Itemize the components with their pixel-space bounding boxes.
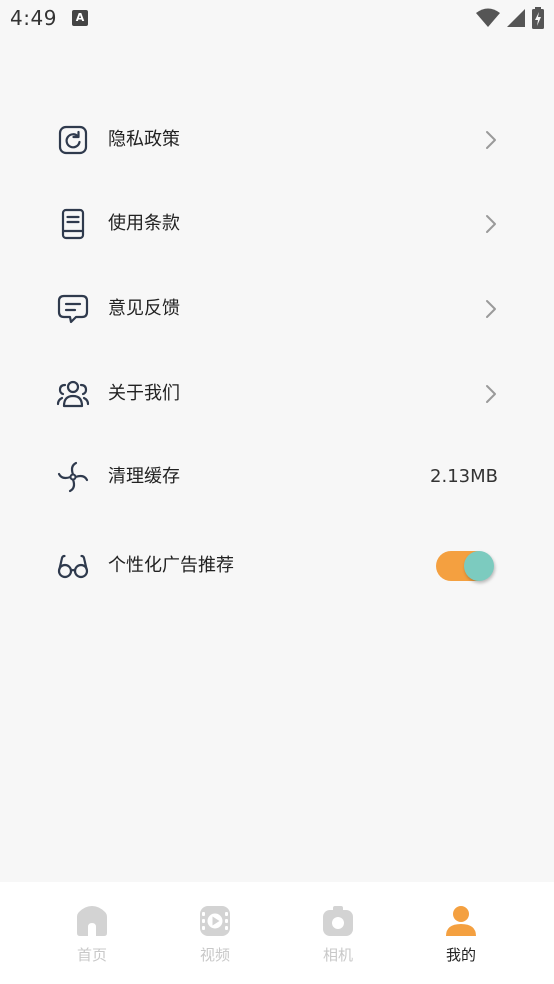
privacy-policy-label: 隐私政策	[108, 129, 180, 150]
chevron-right-icon	[486, 385, 496, 403]
profile-icon	[446, 906, 476, 936]
clear-cache-label: 清理缓存	[108, 466, 180, 487]
battery-icon	[532, 7, 544, 29]
about-us-row[interactable]: 关于我们	[0, 364, 554, 424]
document-icon	[61, 208, 85, 240]
terms-of-use-label: 使用条款	[108, 213, 180, 234]
clear-cache-row[interactable]: 清理缓存 2.13MB	[0, 447, 554, 507]
fan-icon	[57, 461, 89, 493]
home-icon	[77, 906, 107, 936]
status-bar: 4:49 A	[0, 0, 554, 38]
refresh-square-icon	[58, 125, 88, 155]
glasses-icon	[57, 554, 89, 579]
toggle-knob	[464, 551, 494, 581]
personalized-ads-row: 个性化广告推荐	[0, 536, 554, 596]
feedback-label: 意见反馈	[108, 298, 180, 319]
camera-icon	[323, 906, 353, 936]
nav-home-label: 首页	[76, 946, 107, 964]
nav-profile-label: 我的	[445, 946, 476, 964]
chevron-right-icon	[486, 300, 496, 318]
terms-of-use-row[interactable]: 使用条款	[0, 194, 554, 254]
nav-camera[interactable]: 相机	[298, 904, 378, 974]
notification-app-icon: A	[72, 10, 88, 26]
personalized-ads-toggle[interactable]	[436, 550, 494, 582]
bottom-nav: 首页 视频 相机 我的	[0, 882, 554, 984]
nav-camera-label: 相机	[322, 946, 353, 964]
chevron-right-icon	[486, 131, 496, 149]
privacy-policy-row[interactable]: 隐私政策	[0, 110, 554, 170]
cache-size-value: 2.13MB	[430, 466, 498, 487]
chat-bubble-icon	[57, 294, 89, 324]
cell-signal-icon	[507, 9, 525, 27]
group-icon	[56, 380, 90, 408]
video-icon	[200, 906, 230, 936]
personalized-ads-label: 个性化广告推荐	[108, 555, 234, 576]
status-indicators	[476, 7, 544, 29]
nav-profile[interactable]: 我的	[421, 904, 501, 974]
feedback-row[interactable]: 意见反馈	[0, 279, 554, 339]
nav-home[interactable]: 首页	[52, 904, 132, 974]
status-time: 4:49	[10, 6, 57, 30]
wifi-icon	[476, 8, 500, 27]
nav-video[interactable]: 视频	[175, 904, 255, 974]
nav-video-label: 视频	[199, 946, 230, 964]
chevron-right-icon	[486, 215, 496, 233]
about-us-label: 关于我们	[108, 383, 180, 404]
